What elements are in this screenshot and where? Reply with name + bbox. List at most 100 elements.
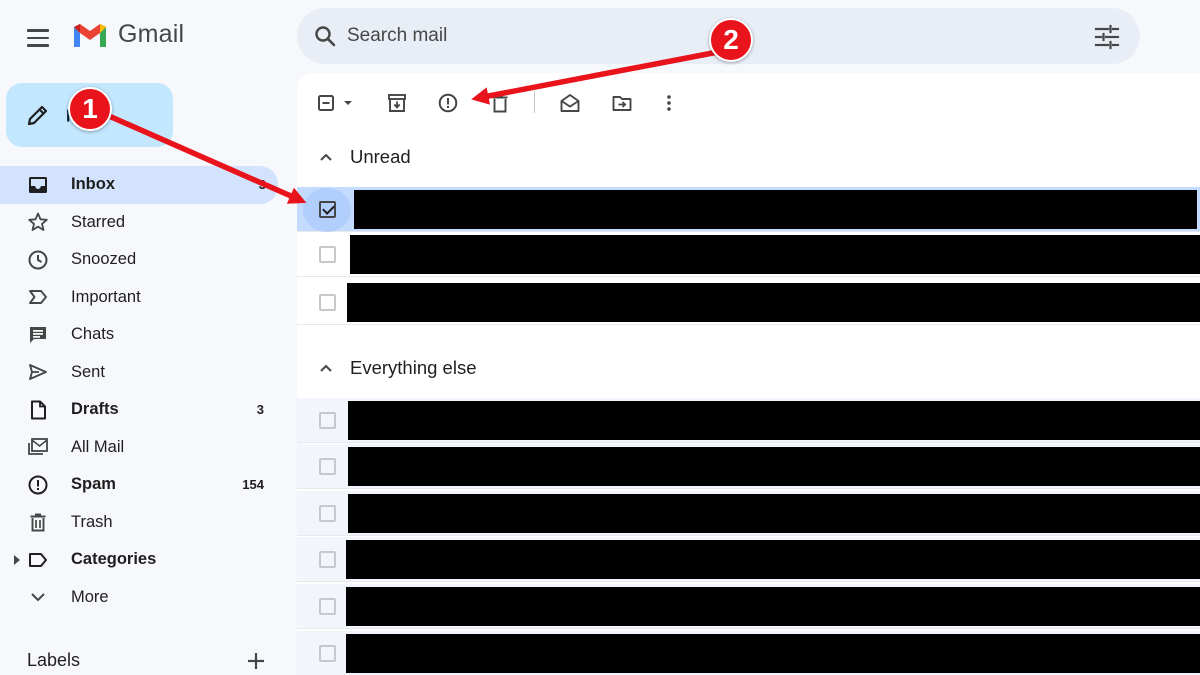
draft-icon bbox=[31, 400, 46, 420]
email-row[interactable] bbox=[297, 537, 1200, 582]
email-checkbox[interactable] bbox=[319, 412, 336, 429]
sidebar-item-starred[interactable]: Starred bbox=[0, 204, 278, 242]
labels-header: Labels bbox=[0, 645, 290, 675]
annotation-badge-2: 2 bbox=[709, 18, 753, 62]
inbox-icon bbox=[29, 176, 47, 193]
email-row[interactable] bbox=[297, 631, 1200, 675]
email-checkbox[interactable] bbox=[319, 458, 336, 475]
sidebar-item-categories[interactable]: Categories bbox=[0, 541, 278, 579]
redacted-email-content bbox=[346, 540, 1200, 579]
email-checkbox[interactable] bbox=[319, 246, 336, 263]
label-icon bbox=[29, 552, 47, 567]
sidebar-item-snoozed[interactable]: Snoozed bbox=[0, 241, 278, 279]
trash-icon bbox=[30, 513, 46, 532]
gmail-logo[interactable]: Gmail bbox=[72, 20, 184, 49]
email-row[interactable] bbox=[297, 280, 1200, 325]
menu-icon-bar bbox=[27, 44, 49, 47]
redacted-email-content bbox=[346, 587, 1200, 626]
more-options-button[interactable] bbox=[656, 90, 682, 116]
search-input[interactable] bbox=[347, 18, 1047, 54]
sidebar-item-all-mail[interactable]: All Mail bbox=[0, 429, 278, 467]
sidebar-item-label: All Mail bbox=[71, 437, 125, 456]
search-icon[interactable] bbox=[313, 24, 337, 48]
pencil-icon bbox=[27, 105, 48, 126]
email-row[interactable] bbox=[297, 444, 1200, 489]
move-to-button[interactable] bbox=[609, 90, 635, 116]
add-label-button[interactable] bbox=[244, 649, 268, 673]
chat-icon bbox=[30, 326, 46, 343]
sidebar-item-label: Important bbox=[71, 287, 141, 306]
mail-toolbar bbox=[297, 73, 1200, 131]
more-vert-icon bbox=[667, 95, 671, 111]
sidebar-item-drafts[interactable]: Drafts 3 bbox=[0, 391, 278, 429]
main-menu-button[interactable] bbox=[22, 22, 54, 54]
draft-count: 3 bbox=[256, 402, 264, 418]
email-row[interactable] bbox=[297, 398, 1200, 443]
search-options-icon[interactable] bbox=[1094, 24, 1120, 50]
important-icon bbox=[29, 290, 47, 305]
email-checkbox[interactable] bbox=[319, 551, 336, 568]
mark-read-icon bbox=[560, 94, 580, 112]
sidebar-item-label: More bbox=[71, 587, 109, 606]
archive-icon bbox=[388, 94, 406, 112]
redacted-email-content bbox=[347, 283, 1200, 322]
all-mail-icon bbox=[28, 438, 48, 456]
sidebar-item-important[interactable]: Important bbox=[0, 279, 278, 317]
email-checkbox[interactable] bbox=[319, 294, 336, 311]
email-row[interactable] bbox=[297, 232, 1200, 277]
logo-text: Gmail bbox=[118, 20, 185, 48]
expand-arrow-icon[interactable] bbox=[13, 554, 21, 566]
menu-icon-bar bbox=[27, 36, 49, 40]
email-checkbox[interactable] bbox=[319, 645, 336, 662]
unread-count: 3 bbox=[258, 177, 266, 193]
sidebar-item-spam[interactable]: Spam 154 bbox=[0, 466, 278, 504]
email-row[interactable] bbox=[297, 584, 1200, 629]
section-header-unread: Unread bbox=[297, 135, 1200, 179]
email-row[interactable] bbox=[297, 187, 1200, 232]
send-icon bbox=[29, 364, 47, 381]
email-checkbox[interactable] bbox=[319, 505, 336, 522]
toolbar-divider bbox=[534, 91, 535, 113]
top-bar: Gmail bbox=[0, 0, 1200, 72]
sidebar-item-label: Drafts bbox=[71, 400, 119, 419]
mark-as-read-button[interactable] bbox=[557, 90, 583, 116]
report-spam-button[interactable] bbox=[435, 90, 461, 116]
email-checkbox[interactable] bbox=[319, 598, 336, 615]
email-checkbox[interactable] bbox=[319, 201, 336, 218]
move-to-icon bbox=[612, 96, 632, 111]
sidebar-item-chats[interactable]: Chats bbox=[0, 316, 278, 354]
sidebar-item-label: Inbox bbox=[71, 175, 115, 194]
labels-title: Labels bbox=[27, 650, 81, 670]
sidebar-item-label: Chats bbox=[71, 325, 115, 344]
section-title: Everything else bbox=[350, 357, 477, 378]
menu-icon-bar bbox=[27, 29, 49, 32]
redacted-email-content bbox=[354, 190, 1197, 229]
section-header-everything-else: Everything else bbox=[297, 346, 1200, 390]
collapse-section-icon[interactable] bbox=[317, 359, 335, 377]
redacted-email-content bbox=[346, 634, 1200, 673]
select-dropdown-button[interactable] bbox=[315, 90, 357, 116]
sidebar-item-inbox[interactable]: Inbox 3 bbox=[0, 166, 278, 204]
sidebar-item-label: Categories bbox=[71, 550, 157, 569]
archive-button[interactable] bbox=[384, 90, 410, 116]
redacted-email-content bbox=[348, 494, 1200, 533]
spam-count: 154 bbox=[242, 477, 264, 493]
select-icon bbox=[318, 95, 352, 111]
sidebar-item-more[interactable]: More bbox=[0, 579, 278, 617]
annotation-badge-1: 1 bbox=[68, 87, 112, 131]
redacted-email-content bbox=[350, 235, 1200, 274]
redacted-email-content bbox=[348, 401, 1200, 440]
star-icon bbox=[28, 212, 48, 232]
report-spam-icon bbox=[438, 93, 458, 113]
sidebar-nav: Inbox 3 Starred Snoozed Important Chats bbox=[0, 166, 278, 616]
sidebar-item-label: Trash bbox=[71, 512, 113, 531]
email-row[interactable] bbox=[297, 491, 1200, 536]
delete-button[interactable] bbox=[487, 90, 513, 116]
collapse-section-icon[interactable] bbox=[317, 148, 335, 166]
sidebar-item-trash[interactable]: Trash bbox=[0, 504, 278, 542]
sidebar-item-sent[interactable]: Sent bbox=[0, 354, 278, 392]
mail-list-panel: Unread Everything else bbox=[297, 73, 1200, 675]
chevron-down-icon bbox=[31, 593, 45, 602]
gmail-m-icon bbox=[74, 23, 106, 47]
sidebar-item-label: Spam bbox=[71, 475, 116, 494]
